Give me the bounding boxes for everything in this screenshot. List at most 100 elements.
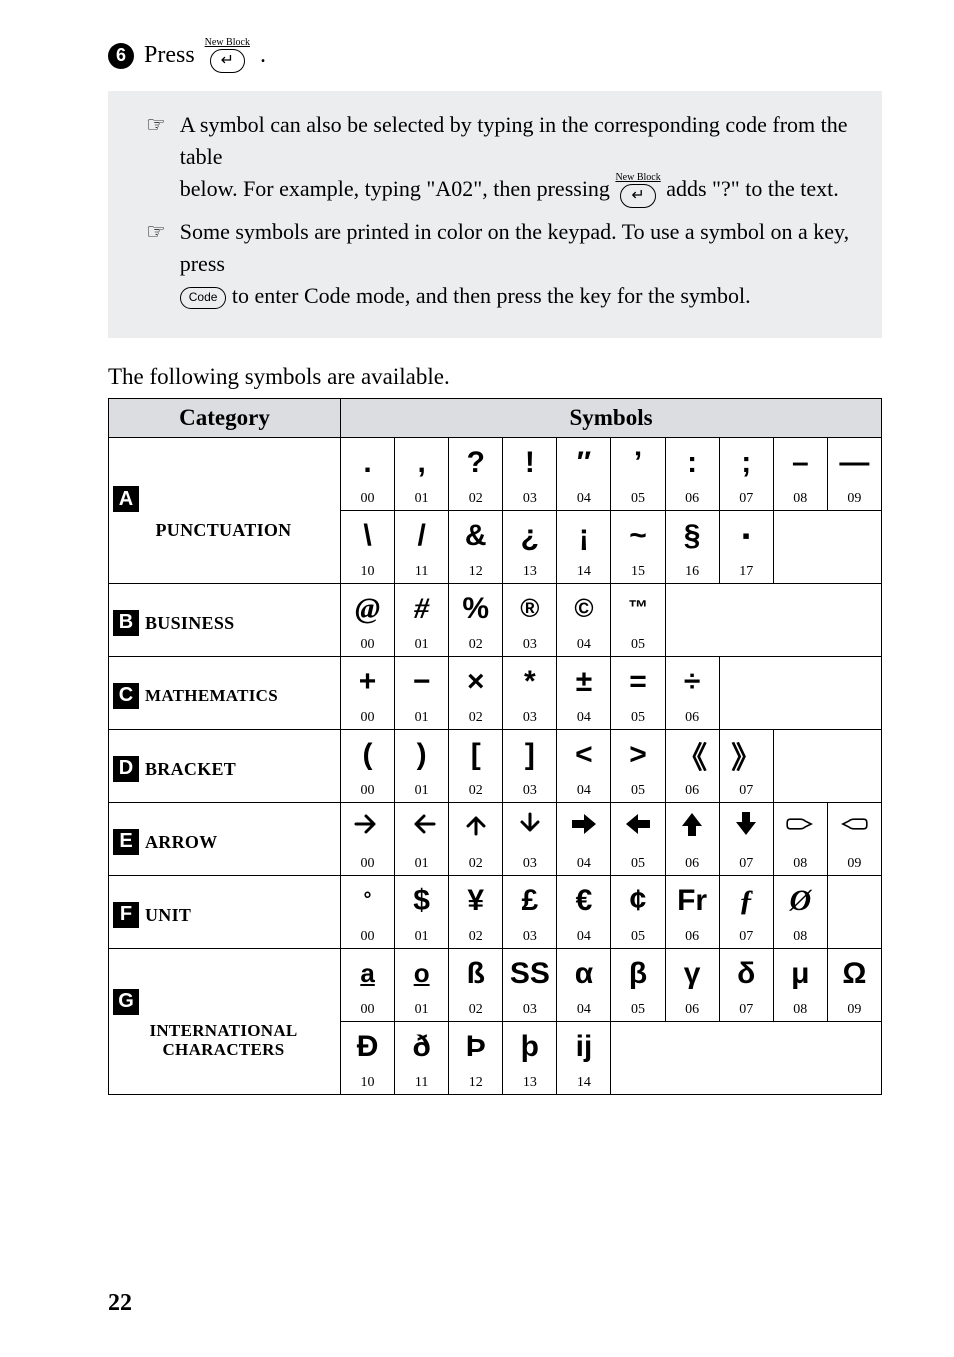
symbol-code: 00 xyxy=(341,999,395,1022)
symbol-glyph: ▪ xyxy=(719,510,773,561)
category-name: ARROW xyxy=(145,832,218,853)
category-letter: E xyxy=(113,829,139,855)
category-cell-business: B BUSINESS xyxy=(109,583,341,656)
symbol-code: 01 xyxy=(395,999,449,1022)
symbol-code: 05 xyxy=(611,853,665,876)
symbol-code: 02 xyxy=(449,488,503,511)
symbol-glyph: ; xyxy=(719,437,773,488)
symbol-code: 00 xyxy=(341,634,395,657)
symbol-glyph: Ω xyxy=(827,948,881,999)
symbol-code: 06 xyxy=(665,780,719,803)
symbol-code: 08 xyxy=(773,926,827,949)
hand-right-icon xyxy=(773,802,827,853)
arrow-up-icon xyxy=(449,802,503,853)
step-text: Press xyxy=(144,42,195,69)
symbol-code: 03 xyxy=(503,634,557,657)
symbol-glyph: # xyxy=(395,583,449,634)
symbol-glyph: $ xyxy=(395,875,449,926)
category-letter: A xyxy=(113,486,139,512)
symbol-code: 02 xyxy=(449,853,503,876)
symbol-code: 06 xyxy=(665,999,719,1022)
category-letter: D xyxy=(113,756,139,782)
symbol-code: 11 xyxy=(395,561,449,584)
symbol-glyph: + xyxy=(341,656,395,707)
symbol-code: 10 xyxy=(341,561,395,584)
category-cell-bracket: D BRACKET xyxy=(109,729,341,802)
symbol-code: 10 xyxy=(341,1072,395,1095)
symbol-glyph: € xyxy=(557,875,611,926)
symbol-glyph: : xyxy=(665,437,719,488)
symbol-code: 09 xyxy=(827,999,881,1022)
symbol-glyph: ″ xyxy=(557,437,611,488)
symbol-glyph: — xyxy=(827,437,881,488)
symbol-code: 16 xyxy=(665,561,719,584)
symbol-code: 03 xyxy=(503,999,557,1022)
header-category: Category xyxy=(109,398,341,437)
symbol-code: 13 xyxy=(503,1072,557,1095)
symbol-glyph: / xyxy=(395,510,449,561)
symbol-glyph: γ xyxy=(665,948,719,999)
symbol-glyph: ) xyxy=(395,729,449,780)
symbol-glyph: β xyxy=(611,948,665,999)
symbol-code: 08 xyxy=(773,488,827,511)
category-name: PUNCTUATION xyxy=(156,520,292,541)
symbol-glyph: ± xyxy=(557,656,611,707)
arrow-down-icon xyxy=(503,802,557,853)
symbol-glyph: [ xyxy=(449,729,503,780)
symbol-glyph: Ð xyxy=(341,1021,395,1072)
note-1: ☞ A symbol can also be selected by typin… xyxy=(146,109,860,208)
symbol-glyph: × xyxy=(449,656,503,707)
symbol-glyph: α xyxy=(557,948,611,999)
code-key-icon: Code xyxy=(180,287,227,309)
symbol-glyph: ð xyxy=(395,1021,449,1072)
symbol-code: 04 xyxy=(557,634,611,657)
symbol-code: 14 xyxy=(557,1072,611,1095)
symbol-glyph: © xyxy=(557,583,611,634)
enter-key-icon: New Block ↵ xyxy=(615,173,660,208)
symbol-glyph: ¿ xyxy=(503,510,557,561)
symbol-code: 05 xyxy=(611,926,665,949)
symbol-glyph: δ xyxy=(719,948,773,999)
symbol-glyph: ĳ xyxy=(557,1021,611,1072)
symbol-code: 00 xyxy=(341,780,395,803)
symbol-code: 05 xyxy=(611,999,665,1022)
arrow-up-solid-icon xyxy=(665,802,719,853)
symbol-glyph: o xyxy=(395,948,449,999)
symbol-glyph: Fr xyxy=(665,875,719,926)
note-1-line-1: A symbol can also be selected by typing … xyxy=(180,109,860,173)
symbol-code: 02 xyxy=(449,634,503,657)
symbol-code: 04 xyxy=(557,853,611,876)
symbol-glyph: Þ xyxy=(449,1021,503,1072)
symbol-code: 08 xyxy=(773,853,827,876)
symbol-glyph: þ xyxy=(503,1021,557,1072)
symbol-glyph: – xyxy=(773,437,827,488)
empty-cell xyxy=(719,656,881,729)
symbol-code: 01 xyxy=(395,853,449,876)
symbol-glyph: ° xyxy=(341,875,395,926)
note-2: ☞ Some symbols are printed in color on t… xyxy=(146,216,860,312)
symbol-glyph: ß xyxy=(449,948,503,999)
note-2-line-1: Some symbols are printed in color on the… xyxy=(180,216,860,280)
arrow-left-icon xyxy=(395,802,449,853)
symbol-glyph: 》 xyxy=(719,729,773,780)
symbol-glyph: ’ xyxy=(611,437,665,488)
symbol-glyph: 《 xyxy=(665,729,719,780)
symbol-glyph: ? xyxy=(449,437,503,488)
symbol-code: 01 xyxy=(395,780,449,803)
symbol-glyph: = xyxy=(611,656,665,707)
category-name: MATHEMATICS xyxy=(145,686,278,706)
symbol-code: 06 xyxy=(665,926,719,949)
arrow-down-solid-icon xyxy=(719,802,773,853)
header-symbols: Symbols xyxy=(341,398,882,437)
symbol-glyph: ] xyxy=(503,729,557,780)
symbol-glyph: > xyxy=(611,729,665,780)
symbol-code: 17 xyxy=(719,561,773,584)
symbol-glyph: \ xyxy=(341,510,395,561)
symbol-code: 12 xyxy=(449,561,503,584)
symbol-code: 02 xyxy=(449,999,503,1022)
hand-left-icon xyxy=(827,802,881,853)
symbol-glyph: Ø xyxy=(773,875,827,926)
symbol-code: 00 xyxy=(341,488,395,511)
page-number: 22 xyxy=(108,1290,132,1317)
symbol-glyph: ¥ xyxy=(449,875,503,926)
